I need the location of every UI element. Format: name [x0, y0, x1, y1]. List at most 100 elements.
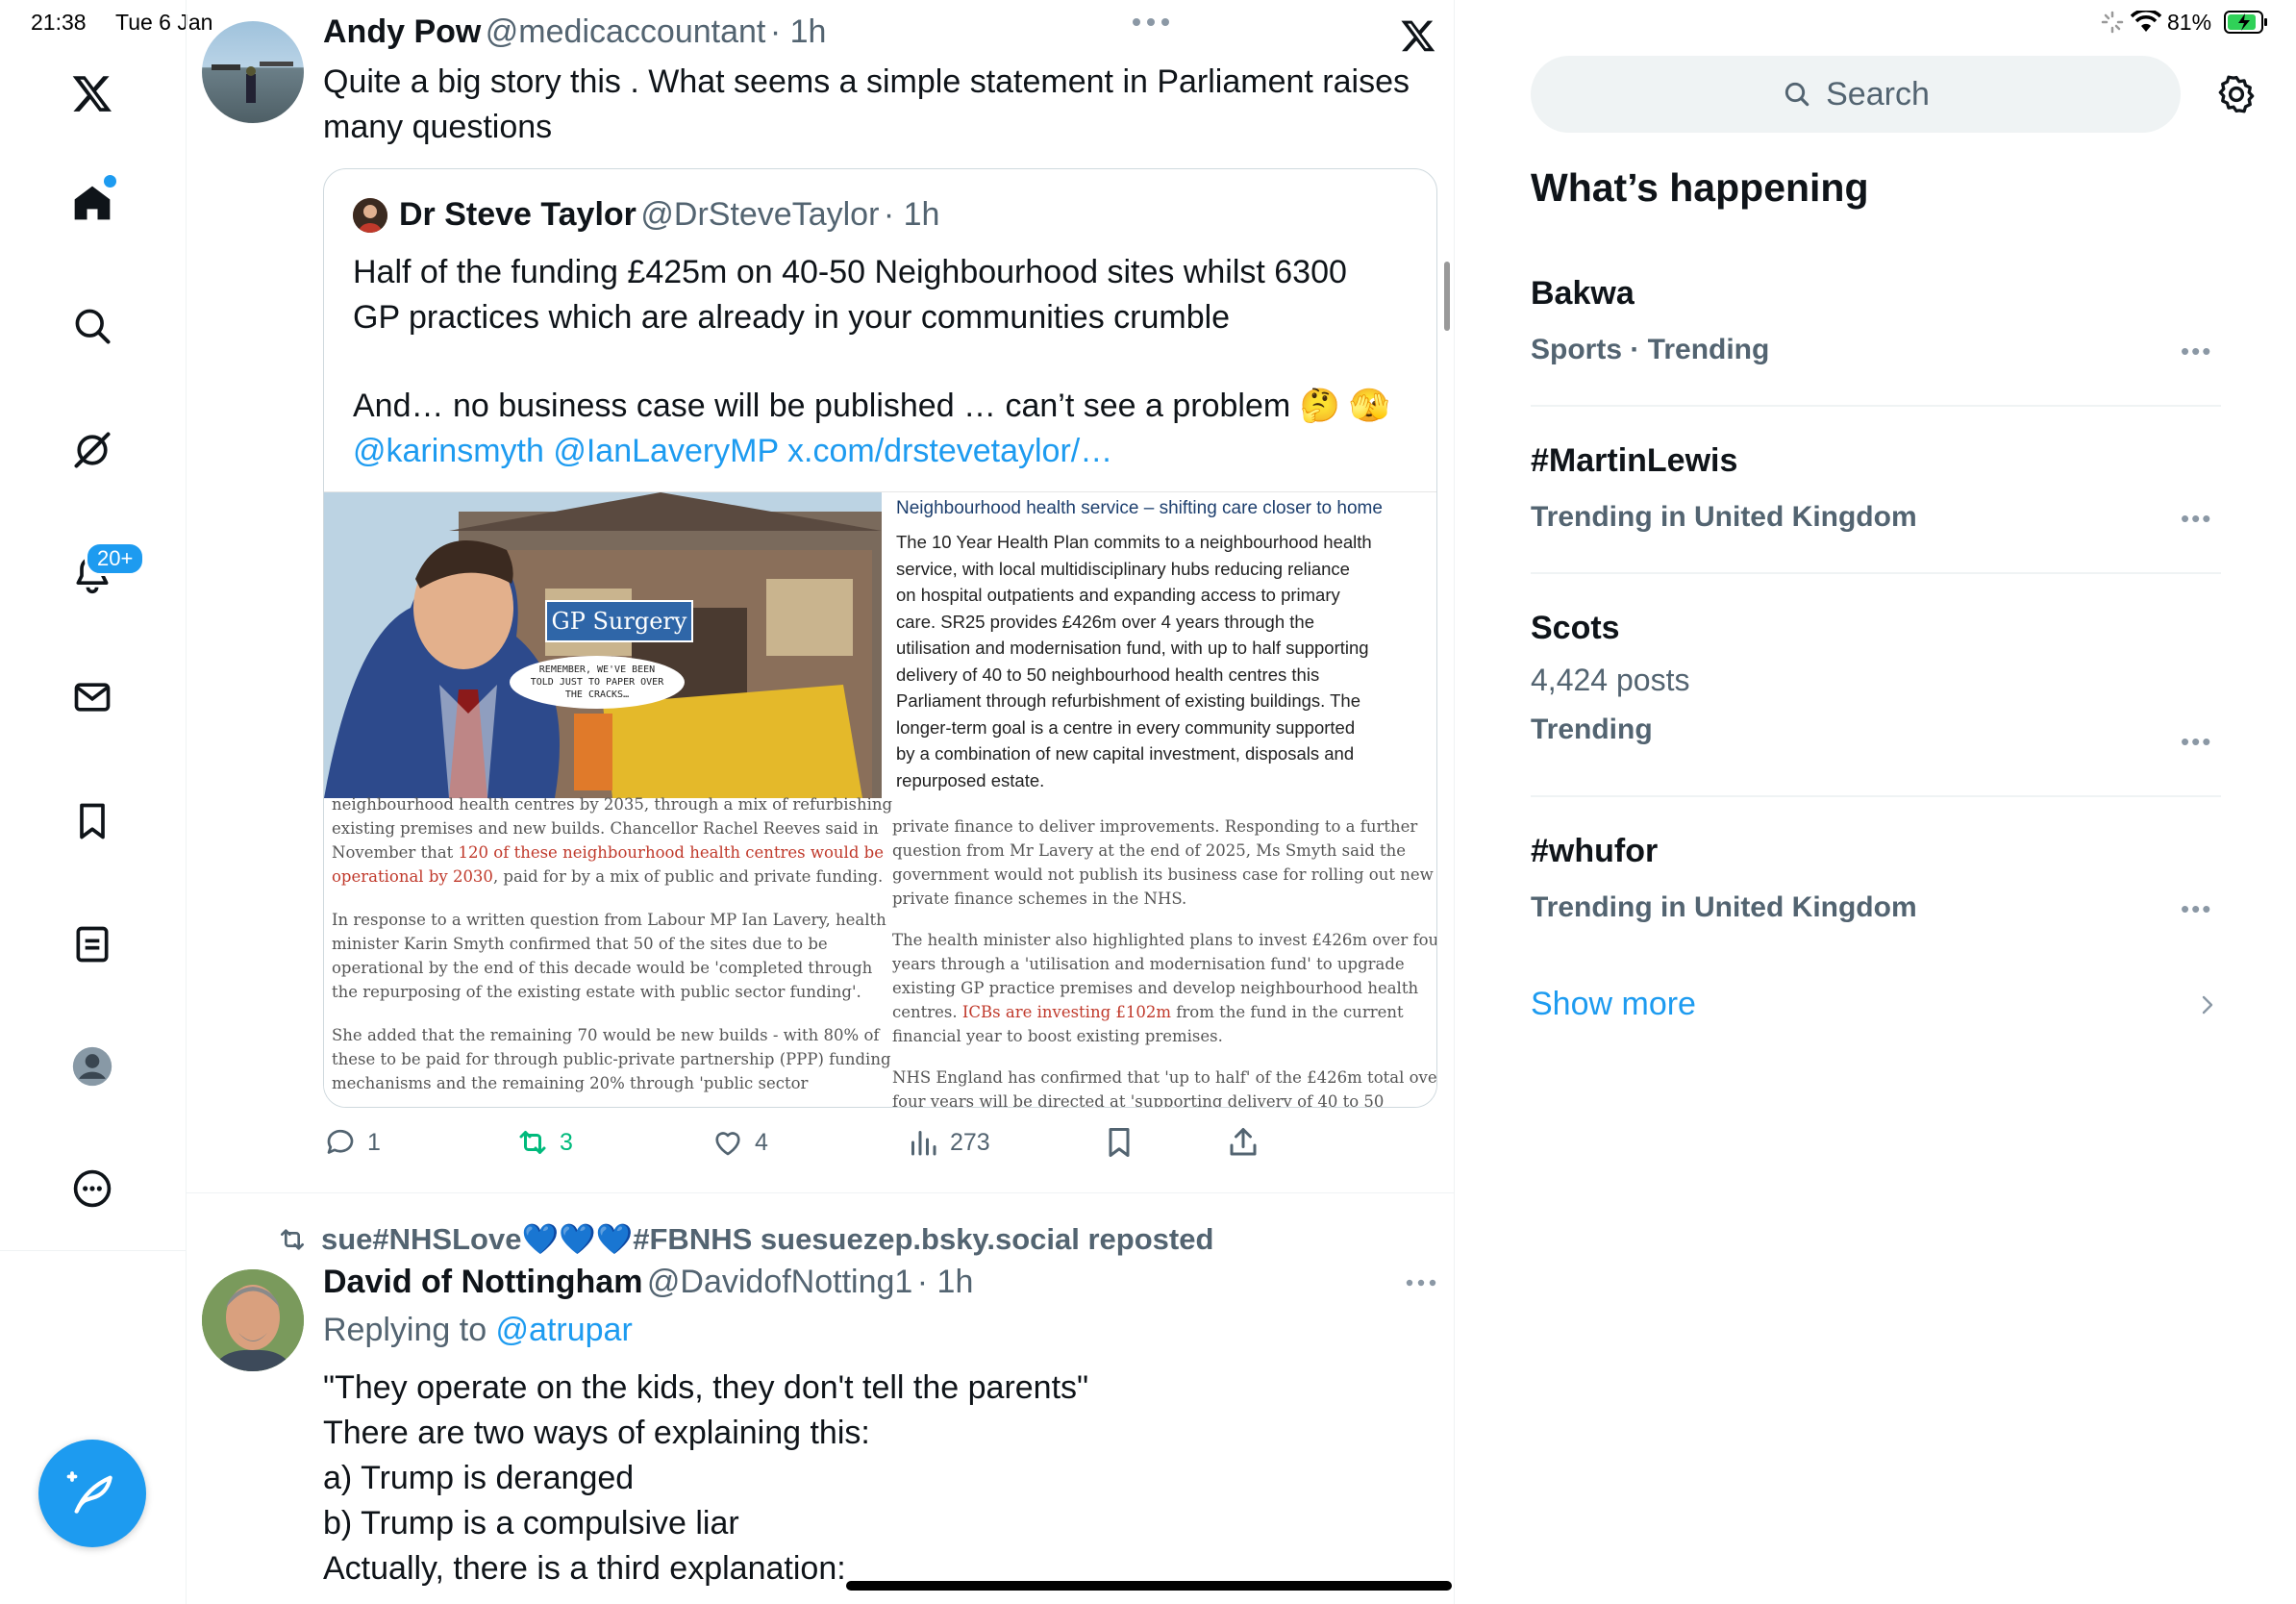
replying-to: Replying to @atrupar: [323, 1312, 633, 1348]
tweet2-time: · 1h: [916, 1264, 974, 1300]
tweet2-author-name[interactable]: David of Nottingham: [323, 1264, 642, 1300]
trend-divider: [1531, 572, 2221, 574]
trend-title: Scots: [1531, 610, 1620, 646]
trend-item[interactable]: Bakwa Sports · Trending: [1531, 275, 1769, 366]
trend-title: Bakwa: [1531, 275, 1635, 312]
cartoon-sign: GP Surgery: [545, 600, 693, 642]
timeline-scrollbar[interactable]: [1444, 262, 1450, 331]
trend-more-icon[interactable]: •••: [2181, 337, 2212, 366]
show-more-link[interactable]: Show more: [1531, 986, 1696, 1023]
bookmark-button[interactable]: [1102, 1125, 1136, 1160]
doc-heading: Neighbourhood health service – shifting …: [896, 498, 1383, 518]
bookmark-icon: [1109, 1128, 1130, 1157]
mention-karinsmyth[interactable]: @karinsmyth: [353, 433, 544, 469]
loading-icon: [2101, 11, 2124, 34]
notifications-badge: 20+: [85, 541, 146, 576]
search-input-icon: [1784, 82, 1809, 107]
heart-icon: [715, 1132, 740, 1156]
quoted-author-name: Dr Steve Taylor: [399, 196, 636, 233]
doc-body: The 10 Year Health Plan commits to a nei…: [896, 532, 1372, 790]
trend-subtitle: Sports · Trending: [1531, 334, 1770, 365]
quoted-header: Dr Steve Taylor @DrSteveTaylor · 1h: [399, 196, 939, 234]
quoted-link[interactable]: x.com/drstevetaylor/…: [787, 433, 1112, 469]
trend-item[interactable]: #MartinLewis Trending in United Kingdom: [1531, 442, 1917, 534]
tweet2-author-handle[interactable]: @DavidofNotting1: [647, 1264, 912, 1300]
quoted-author-avatar: [353, 198, 387, 233]
trend-subtitle: Trending in United Kingdom: [1531, 501, 1917, 533]
quoted-text: Half of the funding £425m on 40-50 Neigh…: [353, 254, 1390, 469]
lists-icon[interactable]: [68, 920, 116, 968]
article-left-column: neighbourhood health centres by 2035, th…: [332, 795, 893, 1092]
search-placeholder: Search: [1826, 75, 1930, 113]
like-count: 4: [755, 1128, 768, 1156]
trend-more-icon[interactable]: •••: [2181, 504, 2212, 534]
repost-context-icon: [281, 1228, 304, 1250]
cartoon-image: GP Surgery REMEMBER, WE'VE BEEN TOLD JUS…: [324, 492, 882, 798]
quoted-time: · 1h: [883, 196, 940, 233]
compose-post-button[interactable]: [38, 1440, 146, 1547]
trend-more-icon[interactable]: •••: [2181, 894, 2212, 924]
messages-envelope-icon[interactable]: [68, 673, 116, 721]
views-button[interactable]: 273: [906, 1125, 990, 1160]
wifi-icon: [2130, 9, 2162, 38]
quoted-author-handle: @DrSteveTaylor: [640, 196, 880, 233]
settings-gear-icon[interactable]: [2215, 73, 2258, 120]
reply-button[interactable]: 1: [323, 1125, 381, 1160]
trend-subtitle: Trending in United Kingdom: [1531, 891, 1917, 923]
repost-context: sue#NHSLove💙💙💙#FBNHS suesuezep.bsky.soci…: [277, 1221, 1213, 1257]
tweet2-more-icon[interactable]: [1404, 1275, 1438, 1295]
views-count: 273: [950, 1128, 990, 1156]
tweet-more-icon[interactable]: [1127, 10, 1175, 39]
share-icon: [1230, 1128, 1257, 1156]
tweet-text: Quite a big story this . What seems a si…: [323, 63, 1410, 145]
profile-avatar-icon[interactable]: [68, 1042, 116, 1090]
tweet-author-avatar[interactable]: [202, 21, 304, 123]
share-button[interactable]: [1226, 1125, 1260, 1160]
repost-count: 3: [560, 1128, 573, 1156]
tweet-author-handle[interactable]: @medicaccountant: [486, 13, 766, 50]
grok-icon[interactable]: [68, 426, 116, 474]
left-nav: 20+: [0, 0, 187, 1604]
doc-block: Neighbourhood health service – shifting …: [896, 496, 1435, 793]
search-icon[interactable]: [68, 302, 116, 350]
tweet-header: Andy Pow @medicaccountant · 1h: [323, 13, 826, 51]
trend-item[interactable]: Scots 4,424 posts Trending: [1531, 610, 1689, 746]
whats-happening-heading: What’s happening: [1531, 165, 1869, 210]
trend-post-count: 4,424 posts: [1531, 663, 1690, 697]
like-button[interactable]: 4: [711, 1125, 768, 1160]
reply-icon: [327, 1129, 354, 1154]
more-options-icon[interactable]: [68, 1165, 116, 1213]
trend-more-icon[interactable]: •••: [2181, 727, 2212, 757]
tweet-author-name[interactable]: Andy Pow: [323, 13, 481, 50]
quoted-tweet-card[interactable]: Dr Steve Taylor @DrSteveTaylor · 1h Half…: [323, 168, 1437, 1108]
tweet-time: · 1h: [769, 13, 827, 50]
trend-divider: [1531, 405, 2221, 407]
repost-icon: [519, 1131, 546, 1154]
trend-item[interactable]: #whufor Trending in United Kingdom: [1531, 833, 1917, 924]
tweet2-text: "They operate on the kids, they don't te…: [323, 1369, 1089, 1587]
tweet2-header: David of Nottingham @DavidofNotting1 · 1…: [323, 1264, 973, 1301]
battery-icon: [2224, 11, 2268, 38]
trend-title: #MartinLewis: [1531, 442, 1738, 479]
reposted-by-text[interactable]: sue#NHSLove💙💙💙#FBNHS suesuezep.bsky.soci…: [321, 1221, 1213, 1257]
replying-to-link[interactable]: @atrupar: [496, 1312, 633, 1348]
bookmarks-icon[interactable]: [68, 797, 116, 845]
tweet-divider: [186, 1192, 1454, 1193]
home-indicator[interactable]: [846, 1581, 1452, 1591]
search-input[interactable]: Search: [1531, 56, 2181, 133]
trend-divider: [1531, 795, 2221, 797]
x-brand-icon: [1400, 17, 1436, 59]
x-logo-icon[interactable]: [68, 69, 116, 117]
quoted-image[interactable]: GP Surgery REMEMBER, WE'VE BEEN TOLD JUS…: [324, 491, 1437, 1108]
chevron-right-icon[interactable]: [2198, 990, 2217, 1024]
tweet2-author-avatar[interactable]: [202, 1269, 304, 1371]
cartoon-speech-bubble: REMEMBER, WE'VE BEEN TOLD JUST TO PAPER …: [510, 656, 685, 709]
home-notification-dot: [102, 173, 118, 189]
analytics-icon: [911, 1131, 936, 1156]
trend-title: #whufor: [1531, 833, 1659, 869]
trend-subtitle: Trending: [1531, 714, 1653, 745]
article-right-column: private finance to deliver improvements.…: [892, 817, 1437, 1108]
repost-button[interactable]: 3: [515, 1125, 573, 1160]
reply-count: 1: [367, 1128, 381, 1156]
mention-ianlaverymp[interactable]: @IanLaveryMP: [553, 433, 778, 469]
